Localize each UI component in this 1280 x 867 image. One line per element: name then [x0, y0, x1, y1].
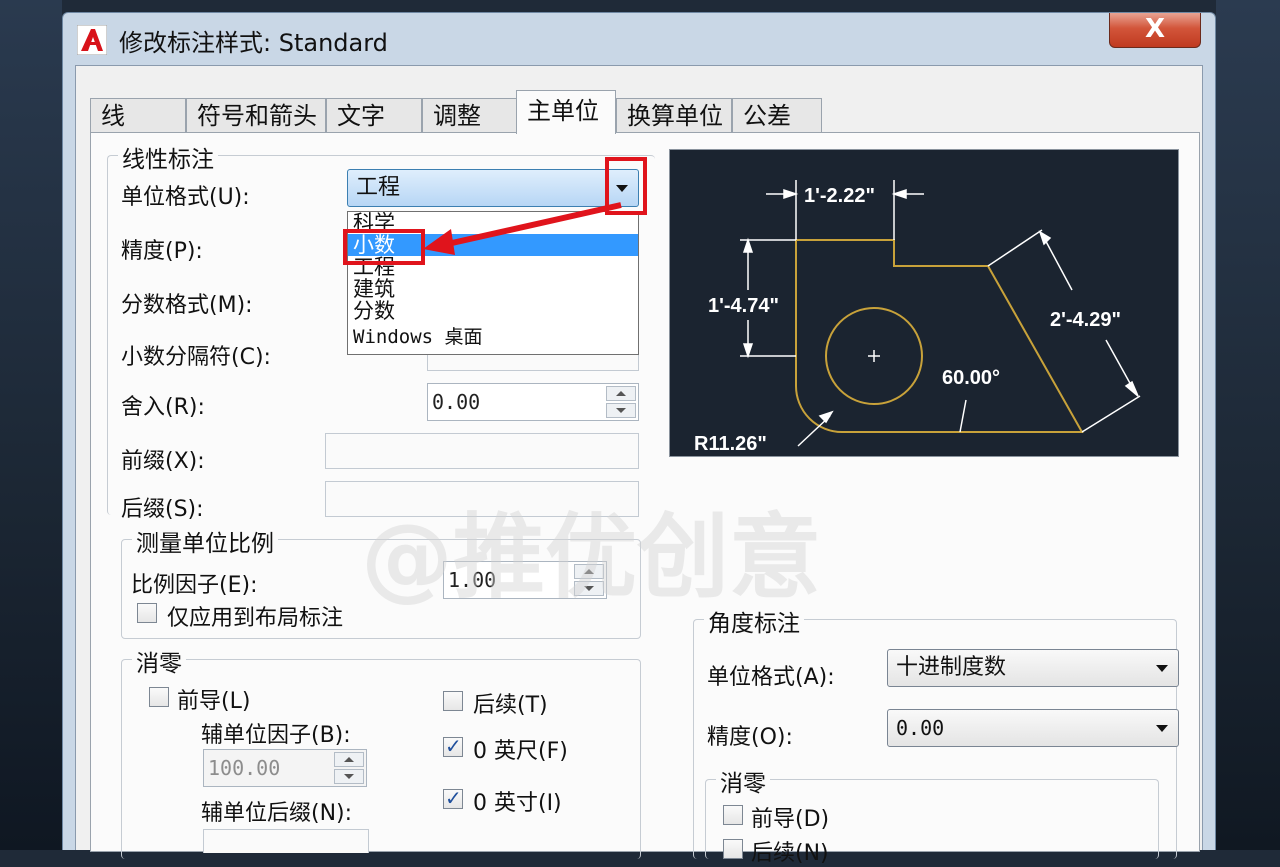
primary-units-panel: 线性标注 单位格式(U): 工程 精度(P): 分数格式(M): 小数分隔符(C… — [90, 132, 1200, 866]
spin-up-icon[interactable] — [334, 752, 364, 767]
chevron-down-icon[interactable] — [1156, 665, 1168, 672]
angular-leading-checkbox[interactable] — [723, 805, 743, 825]
desktop-left — [0, 0, 62, 850]
zero-inches-checkbox[interactable] — [443, 786, 463, 810]
trailing-zero-label: 后续(T) — [473, 693, 548, 718]
preview-dim-angle: 60.00° — [942, 367, 1000, 389]
precision-label: 精度(P): — [121, 239, 203, 264]
zero-feet-checkbox[interactable] — [443, 734, 463, 758]
spin-down-icon[interactable] — [334, 769, 364, 784]
tab-text[interactable]: 文字 — [326, 98, 422, 132]
spin-down-icon[interactable] — [606, 403, 636, 418]
spin-up-icon[interactable] — [606, 386, 636, 401]
angular-trailing-checkbox[interactable] — [723, 839, 743, 859]
round-off-input[interactable]: 0.00 — [427, 383, 639, 421]
title-bar[interactable]: 修改标注样式: Standard X — [63, 13, 1215, 65]
tab-primary-units[interactable]: 主单位 — [516, 90, 616, 134]
annotation-arrow — [423, 202, 622, 255]
angular-leading-label: 前导(D) — [751, 807, 830, 832]
leading-zero-checkbox[interactable] — [149, 687, 169, 707]
preview-dim-top: 1'-2.22" — [804, 185, 875, 207]
dropdown-item-architectural[interactable]: 建筑 — [348, 278, 638, 300]
scale-factor-label: 比例因子(E): — [131, 573, 258, 598]
leading-zero-label: 前导(L) — [177, 689, 251, 714]
sub-unit-factor-input[interactable]: 100.00 — [203, 749, 367, 787]
round-off-label: 舍入(R): — [121, 395, 205, 420]
preview-dim-radius: R11.26" — [694, 433, 767, 455]
annotation-box-decimal — [343, 229, 425, 265]
angular-unit-format-label: 单位格式(A): — [707, 665, 835, 690]
fraction-format-label: 分数格式(M): — [121, 293, 253, 318]
zero-inches-label: 0 英寸(I) — [473, 791, 562, 816]
suffix-label: 后缀(S): — [121, 497, 204, 522]
trailing-zero-checkbox[interactable] — [443, 691, 463, 711]
tab-fit[interactable]: 调整 — [422, 98, 518, 132]
unit-format-label: 单位格式(U): — [121, 185, 250, 210]
watermark: @推优创意 — [361, 504, 822, 611]
linear-dimensions-title: 线性标注 — [118, 140, 218, 174]
dialog-title: 修改标注样式: Standard — [119, 29, 388, 57]
dialog-client: 线 符号和箭头 文字 调整 主单位 换算单位 公差 线性标注 单位格式(U): … — [75, 65, 1203, 866]
layout-only-label: 仅应用到布局标注 — [167, 606, 344, 631]
dropdown-item-fractional[interactable]: 分数 — [348, 300, 638, 322]
tab-lines[interactable]: 线 — [90, 98, 186, 132]
zero-feet-label: 0 英尺(F) — [473, 739, 568, 764]
tab-alternate-units[interactable]: 换算单位 — [616, 98, 732, 132]
preview-dim-left: 1'-4.74" — [708, 295, 779, 317]
tab-symbols-arrows[interactable]: 符号和箭头 — [186, 98, 326, 132]
angular-zero-title: 消零 — [716, 764, 770, 798]
prefix-label: 前缀(X): — [121, 449, 205, 474]
preview-drawing: 1'-2.22" 1'-4.74" 2'-4.29" 60.00° R11.26… — [694, 180, 1141, 455]
decimal-separator-label: 小数分隔符(C): — [121, 345, 271, 370]
angular-trailing-label: 后续(N) — [751, 841, 829, 866]
measurement-scale-title: 测量单位比例 — [132, 524, 278, 558]
preview-dim-right: 2'-4.29" — [1050, 309, 1121, 331]
angular-unit-format-select[interactable]: 十进制度数 — [887, 649, 1179, 687]
sub-unit-suffix-label: 辅单位后缀(N): — [201, 801, 353, 826]
dimension-style-dialog: 修改标注样式: Standard X 线 符号和箭头 文字 调整 主单位 换算单… — [62, 12, 1216, 866]
prefix-input[interactable] — [325, 433, 639, 469]
tab-tolerances[interactable]: 公差 — [732, 98, 822, 132]
chevron-down-icon[interactable] — [1156, 725, 1168, 732]
preview-canvas: 1'-2.22" 1'-4.74" 2'-4.29" 60.00° R11.26… — [669, 149, 1179, 457]
angular-precision-select[interactable]: 0.00 — [887, 709, 1179, 747]
close-button[interactable]: X — [1109, 13, 1201, 48]
sub-unit-factor-label: 辅单位因子(B): — [201, 723, 351, 748]
layout-only-checkbox[interactable] — [137, 603, 157, 623]
dropdown-item-windows-desktop[interactable]: Windows 桌面 — [348, 326, 638, 348]
zero-suppression-title: 消零 — [132, 644, 186, 678]
autocad-logo-icon — [77, 25, 107, 55]
desktop-right — [1216, 0, 1280, 850]
angular-precision-label: 精度(O): — [707, 725, 793, 750]
sub-unit-suffix-input[interactable] — [203, 829, 369, 853]
